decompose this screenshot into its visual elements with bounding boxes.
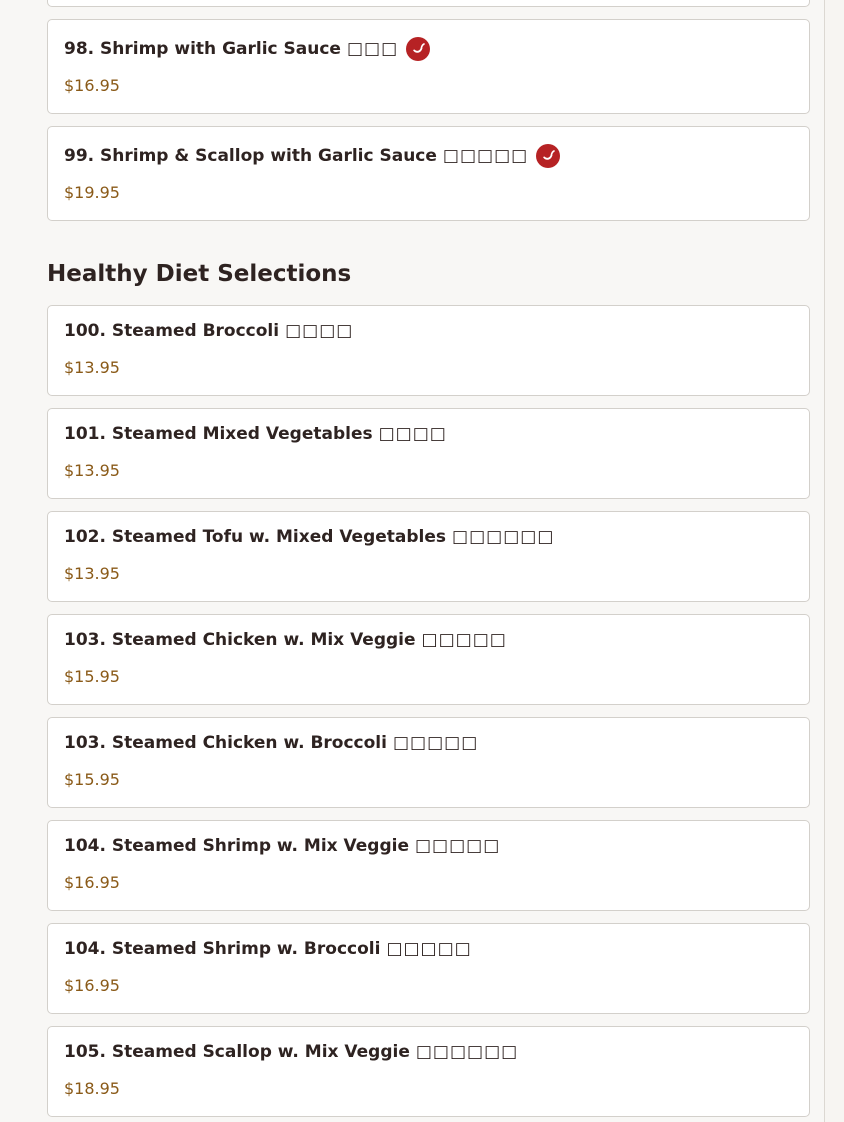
- menu-item-price: $13.95: [64, 461, 120, 480]
- menu-item-title: 105. Steamed Scallop w. Mix Veggie □□□□□…: [64, 1042, 518, 1062]
- menu-item-chinese-name: □□□: [346, 39, 399, 59]
- menu-item-card[interactable]: 103. Steamed Chicken w. Mix Veggie □□□□□…: [47, 614, 810, 705]
- spicy-icon: [406, 37, 431, 61]
- section-heading: Healthy Diet Selections: [47, 261, 352, 287]
- menu-item-price: $13.95: [64, 358, 120, 377]
- menu-item-chinese-name: □□□□□□: [452, 527, 555, 547]
- menu-page: 98. Shrimp with Garlic Sauce □□□ $16.95 …: [0, 0, 825, 1122]
- menu-item-name: 103. Steamed Chicken w. Mix Veggie: [64, 630, 416, 650]
- menu-item-chinese-name: □□□□□: [421, 630, 507, 650]
- menu-item-chinese-name: □□□□□: [415, 836, 501, 856]
- menu-item-price: $18.95: [64, 1079, 120, 1098]
- menu-item-title: 98. Shrimp with Garlic Sauce □□□: [64, 37, 431, 61]
- menu-item-title: 104. Steamed Shrimp w. Mix Veggie □□□□□: [64, 836, 500, 856]
- menu-item-name: 99. Shrimp & Scallop with Garlic Sauce: [64, 146, 437, 166]
- menu-item-title: 103. Steamed Chicken w. Broccoli □□□□□: [64, 733, 478, 753]
- menu-item-name: 104. Steamed Shrimp w. Broccoli: [64, 939, 381, 959]
- menu-item-price: $19.95: [64, 183, 120, 202]
- menu-item-name: 102. Steamed Tofu w. Mixed Vegetables: [64, 527, 447, 547]
- menu-item-title: 100. Steamed Broccoli □□□□: [64, 321, 353, 341]
- menu-item-price: $16.95: [64, 76, 120, 95]
- menu-item-card[interactable]: 99. Shrimp & Scallop with Garlic Sauce □…: [47, 126, 810, 221]
- menu-item-card[interactable]: 105. Steamed Scallop w. Mix Veggie □□□□□…: [47, 1026, 810, 1117]
- menu-item-chinese-name: □□□□□: [392, 733, 479, 753]
- menu-item-card[interactable]: 100. Steamed Broccoli □□□□ $13.95: [47, 305, 810, 396]
- menu-item-title: 103. Steamed Chicken w. Mix Veggie □□□□□: [64, 630, 507, 650]
- menu-item-price: $16.95: [64, 873, 120, 892]
- menu-item-price: $15.95: [64, 770, 120, 789]
- menu-item-chinese-name: □□□□: [378, 424, 447, 444]
- menu-item-price: $16.95: [64, 976, 120, 995]
- menu-item-card[interactable]: 103. Steamed Chicken w. Broccoli □□□□□ $…: [47, 717, 810, 808]
- menu-item-chinese-name: □□□□□: [442, 146, 529, 166]
- menu-item-card[interactable]: 98. Shrimp with Garlic Sauce □□□ $16.95: [47, 19, 810, 114]
- spicy-icon: [536, 144, 561, 168]
- menu-item-title: 102. Steamed Tofu w. Mixed Vegetables □□…: [64, 527, 554, 547]
- menu-item-name: 98. Shrimp with Garlic Sauce: [64, 39, 341, 59]
- menu-item-chinese-name: □□□□□: [386, 939, 472, 959]
- menu-item-name: 105. Steamed Scallop w. Mix Veggie: [64, 1042, 410, 1062]
- menu-item-title: 104. Steamed Shrimp w. Broccoli □□□□□: [64, 939, 472, 959]
- menu-item-name: 101. Steamed Mixed Vegetables: [64, 424, 373, 444]
- menu-item-chinese-name: □□□□□□: [415, 1042, 519, 1062]
- menu-item-title: 101. Steamed Mixed Vegetables □□□□: [64, 424, 447, 444]
- menu-item-price: $13.95: [64, 564, 120, 583]
- menu-item-title: 99. Shrimp & Scallop with Garlic Sauce □…: [64, 144, 561, 168]
- menu-item-name: 103. Steamed Chicken w. Broccoli: [64, 733, 387, 753]
- menu-item-price: $15.95: [64, 667, 120, 686]
- menu-item-card-partial[interactable]: [47, 0, 810, 7]
- menu-item-card[interactable]: 102. Steamed Tofu w. Mixed Vegetables □□…: [47, 511, 810, 602]
- menu-item-chinese-name: □□□□: [285, 321, 354, 341]
- menu-item-name: 104. Steamed Shrimp w. Mix Veggie: [64, 836, 409, 856]
- menu-item-card[interactable]: 104. Steamed Shrimp w. Broccoli □□□□□ $1…: [47, 923, 810, 1014]
- menu-item-card[interactable]: 101. Steamed Mixed Vegetables □□□□ $13.9…: [47, 408, 810, 499]
- menu-item-name: 100. Steamed Broccoli: [64, 321, 280, 341]
- menu-item-card[interactable]: 104. Steamed Shrimp w. Mix Veggie □□□□□ …: [47, 820, 810, 911]
